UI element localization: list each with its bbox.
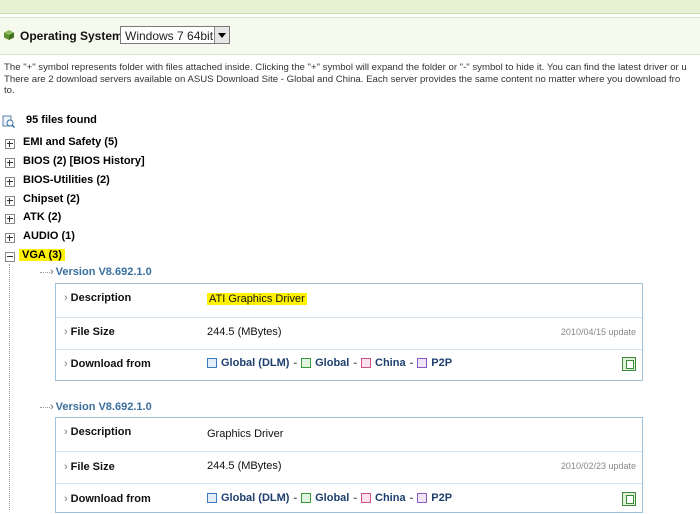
expand-plus-icon[interactable] (5, 196, 15, 206)
version-label[interactable]: Version V8.692.1.0 (56, 266, 152, 278)
download-p2p-link[interactable]: P2P (417, 357, 452, 369)
save-icon (417, 358, 428, 368)
save-icon (361, 358, 372, 368)
separator: - (409, 492, 414, 504)
file-size-value: 244.5 (MBytes) (207, 326, 282, 338)
tree-line (9, 264, 10, 510)
top-strip (0, 0, 700, 14)
file-size-value: 244.5 (MBytes) (207, 460, 282, 472)
info-line: to. (4, 85, 15, 96)
category-label[interactable]: BIOS (2) [BIOS History] (23, 155, 145, 167)
driver-version[interactable]: › Version V8.692.1.0 (50, 266, 152, 278)
link-label[interactable]: Global (DLM) (221, 492, 289, 504)
download-global-link[interactable]: Global (301, 357, 349, 369)
file-size-row: File Size 244.5 (MBytes) 2010/02/23 upda… (56, 451, 642, 484)
files-search-icon (2, 115, 15, 128)
description-value: ATI Graphics Driver (207, 293, 307, 305)
download-icon[interactable] (622, 492, 636, 506)
files-found: 95 files found (2, 114, 97, 128)
description-text: ATI Graphics Driver (207, 293, 307, 305)
os-label: Operating System: (20, 29, 127, 43)
tree-connector (40, 272, 50, 273)
collapse-minus-icon[interactable] (5, 252, 15, 262)
arrow-icon: › (50, 401, 54, 413)
description-label: Description (64, 426, 132, 438)
file-size-label: File Size (64, 461, 115, 473)
files-found-label: 95 files found (26, 114, 97, 126)
download-icon[interactable] (622, 357, 636, 371)
download-china-link[interactable]: China (361, 492, 406, 504)
download-global-link[interactable]: Global (301, 492, 349, 504)
info-text: The "+" symbol represents folder with fi… (4, 62, 700, 97)
expand-plus-icon[interactable] (5, 233, 15, 243)
separator: - (293, 492, 298, 504)
save-icon (207, 358, 217, 368)
link-label[interactable]: China (375, 492, 406, 504)
os-selector-bar: Operating System: Windows 7 64bit (0, 17, 700, 55)
link-label[interactable]: P2P (431, 492, 452, 504)
arrow-icon: › (50, 266, 54, 278)
description-row: Description Graphics Driver (56, 418, 642, 452)
description-value: Graphics Driver (207, 428, 284, 440)
link-label[interactable]: Global (315, 357, 349, 369)
link-label[interactable]: China (375, 357, 406, 369)
save-icon (301, 358, 312, 368)
category-label[interactable]: ATK (2) (23, 211, 61, 223)
file-size-label: File Size (64, 326, 115, 338)
download-links: Global (DLM) - Global - China - P2P (207, 357, 454, 369)
description-label: Description (64, 292, 132, 304)
link-label[interactable]: Global (315, 492, 349, 504)
info-line: There are 2 download servers available o… (4, 73, 681, 85)
category-label[interactable]: AUDIO (1) (23, 230, 75, 242)
version-label[interactable]: Version V8.692.1.0 (56, 401, 152, 413)
update-date: 2010/02/23 update (560, 461, 636, 471)
separator: - (353, 492, 358, 504)
download-links: Global (DLM) - Global - China - P2P (207, 492, 454, 504)
download-from-label: Download from (64, 493, 151, 505)
download-row: Download from Global (DLM)-Global-China-… (56, 483, 642, 514)
save-icon (301, 493, 312, 503)
download-row: Download from Global (DLM)-Global-China-… (56, 349, 642, 380)
expand-plus-icon[interactable] (5, 158, 15, 168)
file-size-row: File Size 244.5 (MBytes) 2010/04/15 upda… (56, 317, 642, 350)
driver-version[interactable]: › Version V8.692.1.0 (50, 401, 152, 413)
save-icon (207, 493, 217, 503)
os-dropdown[interactable]: Windows 7 64bit (120, 26, 230, 44)
save-icon (361, 493, 372, 503)
category-label[interactable]: BIOS-Utilities (2) (23, 174, 110, 186)
category-label[interactable]: EMI and Safety (5) (23, 136, 118, 148)
download-global-dlm-link[interactable]: Global (DLM) (207, 492, 289, 504)
driver-panel: Description ATI Graphics Driver File Siz… (55, 283, 643, 381)
download-p2p-link[interactable]: P2P (417, 492, 452, 504)
link-label[interactable]: Global (DLM) (221, 357, 289, 369)
category-label[interactable]: Chipset (2) (23, 193, 80, 205)
separator: - (293, 357, 298, 369)
expand-plus-icon[interactable] (5, 177, 15, 187)
driver-panel: Description Graphics Driver File Size 24… (55, 417, 643, 513)
save-icon (417, 493, 428, 503)
tree-connector (40, 407, 50, 408)
category-label[interactable]: VGA (3) (19, 249, 65, 261)
chevron-down-icon[interactable] (214, 27, 229, 43)
download-from-label: Download from (64, 358, 151, 370)
download-china-link[interactable]: China (361, 357, 406, 369)
update-date: 2010/04/15 update (560, 327, 636, 337)
link-label[interactable]: P2P (431, 357, 452, 369)
cube-icon (4, 30, 14, 40)
description-row: Description ATI Graphics Driver (56, 284, 642, 318)
info-line: The "+" symbol represents folder with fi… (4, 62, 687, 73)
separator: - (353, 357, 358, 369)
expand-plus-icon[interactable] (5, 139, 15, 149)
download-global-dlm-link[interactable]: Global (DLM) (207, 357, 289, 369)
os-dropdown-value: Windows 7 64bit (125, 29, 214, 43)
separator: - (409, 357, 414, 369)
expand-plus-icon[interactable] (5, 214, 15, 224)
